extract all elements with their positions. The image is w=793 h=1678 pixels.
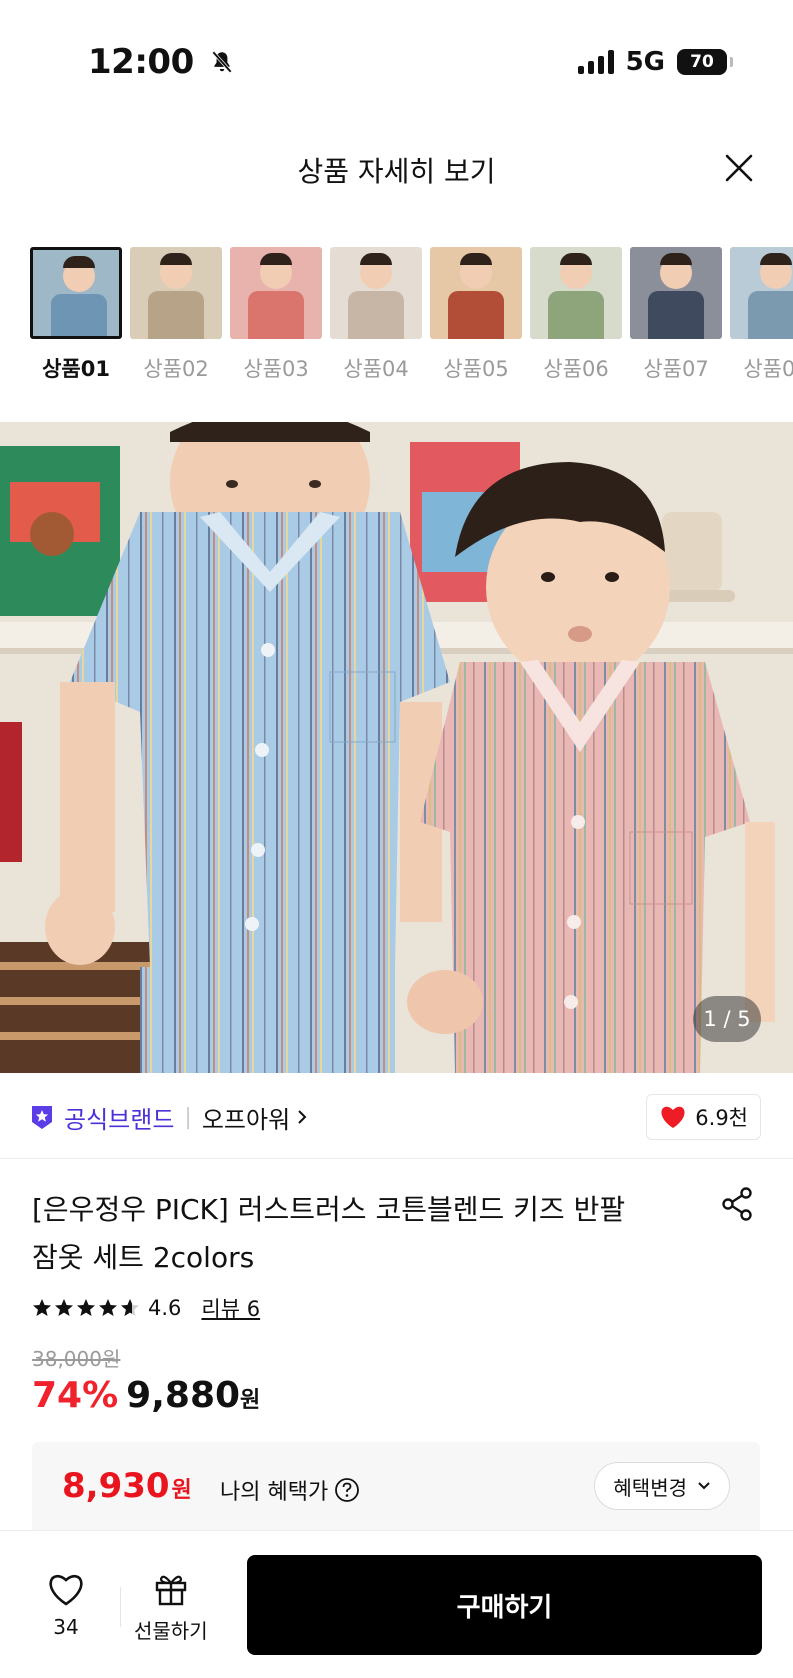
- thumbnail-item[interactable]: 상품07: [630, 247, 722, 383]
- bottom-action-bar: 34 선물하기 구매하기: [0, 1530, 793, 1678]
- original-price: 38,000원: [32, 1347, 121, 1371]
- benefit-price-currency: 원: [171, 1478, 192, 1503]
- chevron-down-icon: [698, 1482, 710, 1490]
- chevron-right-icon: [298, 1110, 307, 1124]
- gift-label: 선물하기: [134, 1619, 208, 1643]
- sale-price-currency: 원: [240, 1388, 261, 1413]
- thumbnail-label: 상품04: [343, 357, 409, 381]
- thumbnail-image: [630, 247, 722, 339]
- official-brand-label: 공식브랜드: [64, 1105, 175, 1134]
- buy-button[interactable]: 구매하기: [247, 1555, 762, 1655]
- bottom-bar-divider: [120, 1587, 121, 1627]
- star-rating-icon: [32, 1298, 140, 1318]
- image-page-indicator: 1 / 5: [693, 996, 761, 1042]
- gift-button[interactable]: 선물하기: [134, 1571, 208, 1644]
- thumbnail-item[interactable]: 상품02: [130, 247, 222, 383]
- thumbnail-label: 상품03: [243, 357, 309, 381]
- thumbnail-image: [730, 247, 793, 339]
- sale-price-group: 9,880원: [126, 1375, 260, 1416]
- thumbnail-strip: 상품01 상품02 상품03 상품04 상품05 상품06 상품07 상품08: [30, 247, 793, 383]
- brand-name: 오프아워: [201, 1105, 291, 1134]
- buy-button-label: 구매하기: [456, 1592, 553, 1623]
- thumbnail-label: 상품06: [543, 357, 609, 381]
- product-hero-image[interactable]: [0, 422, 793, 1073]
- rating-value: 4.6: [148, 1296, 182, 1320]
- product-title-line1: [은우정우 PICK] 러스트러스 코튼블렌드 키즈 반팔: [32, 1193, 626, 1226]
- silent-bell-icon: [212, 51, 232, 73]
- thumbnail-item[interactable]: 상품04: [330, 247, 422, 383]
- thumbnail-item[interactable]: 상품05: [430, 247, 522, 383]
- sale-price: 9,880: [126, 1375, 241, 1416]
- benefit-price: 8,930 원: [62, 1466, 192, 1506]
- help-icon[interactable]: [334, 1477, 360, 1503]
- gift-icon: [155, 1575, 186, 1606]
- product-title: [은우정우 PICK] 러스트러스 코튼블렌드 키즈 반팔 잠옷 세트 2col…: [32, 1186, 672, 1282]
- brand-link[interactable]: 오프아워: [202, 1100, 308, 1135]
- thumbnail-item[interactable]: 상품03: [230, 247, 322, 383]
- page-title: 상품 자세히 보기: [297, 155, 496, 188]
- brand-divider: |: [184, 1104, 192, 1130]
- thumbnail-image: [30, 247, 122, 339]
- change-benefit-label: 혜택변경: [613, 1475, 687, 1500]
- heart-filled-icon: [661, 1106, 685, 1128]
- status-time-text: 12:00: [88, 42, 194, 82]
- thumbnail-label: 상품07: [643, 357, 709, 381]
- product-photo: [0, 422, 793, 1073]
- wishlist-button[interactable]: 34: [40, 1571, 92, 1639]
- brand-row: 공식브랜드 | 오프아워: [30, 1100, 308, 1134]
- price-row: 74% 9,880원: [32, 1375, 260, 1416]
- heart-outline-icon: [49, 1574, 83, 1606]
- thumbnail-item[interactable]: 상품08: [730, 247, 793, 383]
- benefit-price-value: 8,930: [62, 1466, 170, 1506]
- thumbnail-image: [530, 247, 622, 339]
- thumbnail-image: [430, 247, 522, 339]
- thumbnail-label: 상품05: [443, 357, 509, 381]
- discount-rate: 74%: [32, 1375, 119, 1416]
- product-title-line2: 잠옷 세트 2colors: [32, 1241, 255, 1274]
- benefit-price-box: 8,930 원 나의 혜택가 혜택변경: [32, 1442, 760, 1534]
- section-divider: [0, 1158, 793, 1159]
- like-count-button[interactable]: 6.9천: [646, 1094, 761, 1140]
- status-time: 12:00: [88, 42, 235, 82]
- share-button[interactable]: [719, 1186, 755, 1222]
- thumbnail-image: [130, 247, 222, 339]
- battery-level: 70: [690, 52, 714, 72]
- network-type: 5G: [625, 47, 665, 77]
- benefit-label: 나의 혜택가: [220, 1474, 360, 1506]
- benefit-label-text: 나의 혜택가: [220, 1480, 329, 1505]
- thumbnail-item[interactable]: 상품01: [30, 247, 122, 383]
- like-count: 6.9천: [695, 1106, 748, 1130]
- review-link[interactable]: 리뷰 6: [201, 1293, 260, 1323]
- thumbnail-label: 상품01: [42, 357, 110, 381]
- battery-icon: 70: [677, 49, 733, 75]
- change-benefit-button[interactable]: 혜택변경: [594, 1462, 730, 1510]
- share-icon: [722, 1187, 752, 1221]
- thumbnail-image: [230, 247, 322, 339]
- thumbnail-item[interactable]: 상품06: [530, 247, 622, 383]
- thumbnail-label: 상품02: [143, 357, 209, 381]
- close-button[interactable]: [721, 150, 757, 186]
- thumbnail-label: 상품08: [743, 357, 793, 381]
- rating-row: 4.6 리뷰 6: [32, 1293, 260, 1323]
- signal-icon: [577, 50, 614, 74]
- status-indicators: 5G 70: [577, 44, 733, 80]
- wishlist-count: 34: [53, 1615, 79, 1639]
- thumbnail-image: [330, 247, 422, 339]
- official-badge-icon: [32, 1106, 52, 1129]
- close-icon: [725, 154, 753, 182]
